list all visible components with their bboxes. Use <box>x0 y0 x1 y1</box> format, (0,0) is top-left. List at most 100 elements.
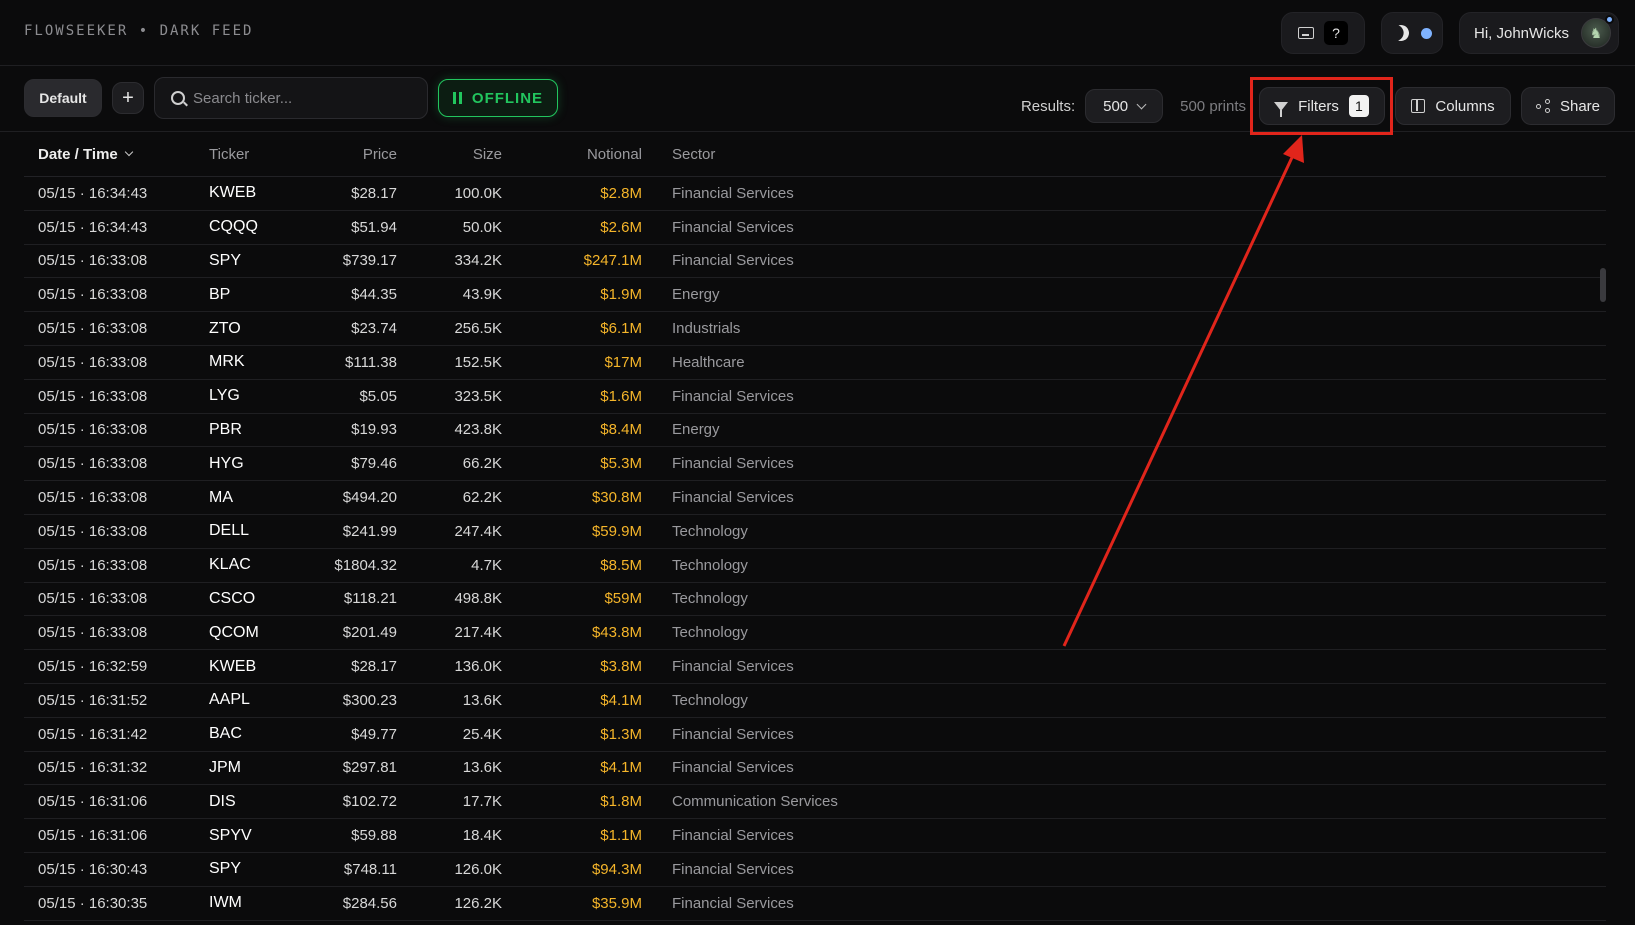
cell-price: $284.56 <box>342 894 397 912</box>
table-row[interactable]: 05/15 · 16:31:06 SPYV $59.88 18.4K $1.1M Fina… <box>24 819 1606 853</box>
add-preset-button[interactable]: + <box>112 82 144 114</box>
results-label: Results: <box>1020 97 1076 115</box>
cell-ticker: HYG <box>209 454 244 472</box>
table-row[interactable]: 05/15 · 16:33:08 QCOM $201.49 217.4K $43.8M T… <box>24 616 1606 651</box>
cell-sector: Financial Services <box>672 455 794 473</box>
cell-sector: Financial Services <box>672 184 794 202</box>
theme-status-dot <box>1420 27 1432 39</box>
top-bar: FLOWSEEKER • DARK FEED ? Hi, JohnWicks ♞ <box>0 0 1635 66</box>
table-scrollbar[interactable] <box>1600 268 1606 302</box>
table-row[interactable]: 05/15 · 16:33:08 DELL $241.99 247.4K $59.9M T… <box>24 515 1606 549</box>
cell-datetime: 05/15 · 16:30:35 <box>38 894 148 912</box>
cell-datetime: 05/15 · 16:30:43 <box>38 860 148 878</box>
header-sector[interactable]: Sector <box>642 146 1606 163</box>
table-row[interactable]: 05/15 · 16:31:32 JPM $297.81 13.6K $4.1M Fina… <box>24 752 1606 786</box>
table-row[interactable]: 05/15 · 16:34:43 CQQQ $51.94 50.0K $2.6M Fina… <box>24 211 1606 245</box>
toolbar-left: Default + OFFLINE <box>24 77 558 119</box>
theme-toggle[interactable] <box>1381 12 1443 54</box>
share-button[interactable]: Share <box>1521 87 1615 125</box>
cell-datetime: 05/15 · 16:33:08 <box>38 286 148 304</box>
cell-datetime: 05/15 · 16:33:08 <box>38 320 148 338</box>
table-row[interactable]: 05/15 · 16:33:08 KLAC $1804.32 4.7K $8.5M Tec… <box>24 549 1606 583</box>
keyboard-help-button[interactable]: ? <box>1281 12 1365 54</box>
cell-size: 126.2K <box>454 894 502 912</box>
cell-size: 13.6K <box>462 691 502 709</box>
cell-sector: Financial Services <box>672 387 794 405</box>
cell-size: 217.4K <box>454 624 502 642</box>
columns-button[interactable]: Columns <box>1395 87 1511 125</box>
table-row[interactable]: 05/15 · 16:33:08 CSCO $118.21 498.8K $59M Tec… <box>24 583 1606 617</box>
cell-ticker: CSCO <box>209 589 256 607</box>
table-row[interactable]: 05/15 · 16:32:59 KWEB $28.17 136.0K $3.8M Fin… <box>24 650 1606 684</box>
cell-price: $739.17 <box>342 252 397 270</box>
default-preset-button[interactable]: Default <box>24 79 102 117</box>
cell-size: 62.2K <box>462 489 502 507</box>
table-row[interactable]: 05/15 · 16:31:52 AAPL $300.23 13.6K $4.1M Tec… <box>24 684 1606 718</box>
table-header: Date / Time Ticker Price Size Notional S… <box>24 132 1606 177</box>
cell-datetime: 05/15 · 16:33:08 <box>38 489 148 507</box>
cell-sector: Financial Services <box>672 827 794 845</box>
cell-datetime: 05/15 · 16:31:42 <box>38 725 148 743</box>
cell-sector: Technology <box>672 624 748 642</box>
header-ticker[interactable]: Ticker <box>209 146 279 163</box>
cell-ticker: KWEB <box>209 184 257 202</box>
table-row[interactable]: 05/15 · 16:33:08 MRK $111.38 152.5K $17M Heal… <box>24 346 1606 380</box>
cell-sector: Communication Services <box>672 793 838 811</box>
cell-price: $28.17 <box>351 658 397 676</box>
table-row[interactable]: 05/15 · 16:31:06 DIS $102.72 17.7K $1.8M Comm… <box>24 785 1606 820</box>
cell-ticker: DIS <box>209 792 236 810</box>
columns-label: Columns <box>1435 97 1495 115</box>
table-row[interactable]: 05/15 · 16:33:08 LYG $5.05 323.5K $1.6M Finan… <box>24 380 1606 414</box>
cell-price: $297.81 <box>342 759 397 777</box>
cell-notional: $6.1M <box>600 320 642 338</box>
cell-datetime: 05/15 · 16:33:08 <box>38 590 148 608</box>
table-row[interactable]: 05/15 · 16:33:08 MA $494.20 62.2K $30.8M Fina… <box>24 481 1606 515</box>
cell-sector: Financial Services <box>672 894 794 912</box>
cell-notional: $1.6M <box>600 387 642 405</box>
cell-ticker: QCOM <box>209 623 259 641</box>
cell-price: $300.23 <box>342 691 397 709</box>
user-menu-button[interactable]: Hi, JohnWicks ♞ <box>1459 12 1619 54</box>
table-row[interactable]: 05/15 · 16:33:08 HYG $79.46 66.2K $5.3M Finan… <box>24 447 1606 482</box>
table-row[interactable]: 05/15 · 16:34:43 KWEB $28.17 100.0K $2.8M Fin… <box>24 177 1606 211</box>
filters-button[interactable]: Filters 1 <box>1258 87 1385 125</box>
cell-ticker: SPY <box>209 860 242 878</box>
cell-notional: $5.3M <box>600 455 642 473</box>
cell-price: $748.11 <box>343 860 397 878</box>
pause-icon <box>452 92 462 104</box>
cell-ticker: SPY <box>209 251 242 269</box>
cell-size: 323.5K <box>454 387 502 405</box>
cell-ticker: AAPL <box>209 691 250 709</box>
header-size[interactable]: Size <box>397 146 502 163</box>
cell-ticker: IWM <box>209 894 242 912</box>
toolbar-right: Results: 500 500 prints Filters 1 Column… <box>1021 77 1615 135</box>
prints-count: 500 prints <box>1180 97 1246 115</box>
cell-notional: $43.8M <box>591 624 642 642</box>
search-icon <box>171 91 185 105</box>
table-row[interactable]: 05/15 · 16:33:08 PBR $19.93 423.8K $8.4M Ener… <box>24 414 1606 448</box>
offline-toggle-button[interactable]: OFFLINE <box>438 79 558 117</box>
table-row[interactable]: 05/15 · 16:31:42 BAC $49.77 25.4K $1.3M Finan… <box>24 718 1606 752</box>
results-select[interactable]: 500 <box>1085 89 1164 123</box>
cell-ticker: KWEB <box>209 657 257 675</box>
table-row[interactable]: 05/15 · 16:33:08 BP $44.35 43.9K $1.9M Energy <box>24 278 1606 313</box>
table-row[interactable]: 05/15 · 16:30:35 IWM $284.56 126.2K $35.9M Fi… <box>24 887 1606 921</box>
header-notional[interactable]: Notional <box>502 146 642 163</box>
cell-size: 334.2K <box>454 252 502 270</box>
cell-sector: Financial Services <box>672 860 794 878</box>
cell-sector: Financial Services <box>672 658 794 676</box>
search-input[interactable] <box>193 89 413 107</box>
cell-datetime: 05/15 · 16:31:52 <box>38 691 148 709</box>
header-datetime[interactable]: Date / Time <box>24 146 209 163</box>
table-row[interactable]: 05/15 · 16:30:43 SPY $748.11 126.0K $94.3M Fi… <box>24 853 1606 887</box>
table-body: 05/15 · 16:34:43 KWEB $28.17 100.0K $2.8M Fin… <box>24 177 1606 921</box>
header-price[interactable]: Price <box>279 146 397 163</box>
cell-size: 498.8K <box>454 590 502 608</box>
cell-size: 25.4K <box>462 725 502 743</box>
cell-sector: Financial Services <box>672 489 794 507</box>
chevron-down-icon <box>124 147 134 157</box>
cell-notional: $59.9M <box>591 522 642 540</box>
table-row[interactable]: 05/15 · 16:33:08 ZTO $23.74 256.5K $6.1M Indu… <box>24 312 1606 346</box>
cell-notional: $4.1M <box>600 759 642 777</box>
table-row[interactable]: 05/15 · 16:33:08 SPY $739.17 334.2K $247.1M F… <box>24 245 1606 279</box>
